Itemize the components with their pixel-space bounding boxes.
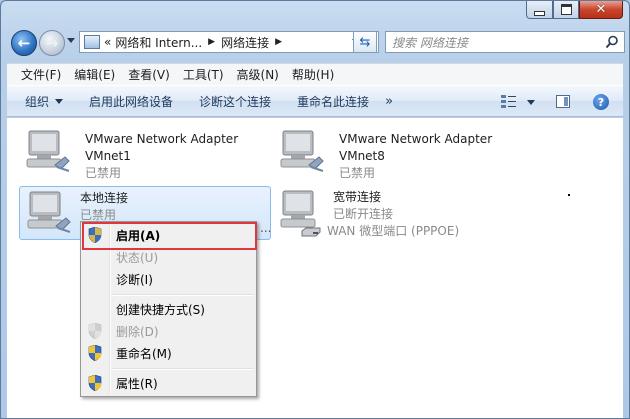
minimize-icon xyxy=(534,10,545,16)
connection-status: 已断开连接 xyxy=(333,207,394,221)
uac-shield-icon xyxy=(88,375,102,391)
menu-help[interactable]: 帮助(H) xyxy=(292,66,334,83)
breadcrumb: « 网络和 Intern... ▶ 网络连接 ▶ xyxy=(104,34,288,51)
menu-bar: 文件(F) 编辑(E) 查看(V) 工具(T) 高级(N) 帮助(H) xyxy=(7,63,623,85)
menu-view[interactable]: 查看(V) xyxy=(128,66,170,83)
address-bar[interactable]: « 网络和 Intern... ▶ 网络连接 ▶ xyxy=(79,31,379,53)
menu-item-properties[interactable]: 属性(R) xyxy=(83,372,254,394)
menu-advanced[interactable]: 高级(N) xyxy=(237,66,279,83)
menu-item-create-shortcut[interactable]: 创建快捷方式(S) xyxy=(83,298,254,320)
breadcrumb-network-connections[interactable]: 网络连接 xyxy=(221,34,269,51)
chevron-down-icon xyxy=(55,98,64,104)
breadcrumb-separator-icon[interactable]: ▶ xyxy=(275,37,282,47)
explorer-window: ✕ ← → « 网络和 Intern... ▶ 网络连接 ▶ ⇆ 搜索 网络连接 xyxy=(0,0,630,419)
menu-item-label: 重命名(M) xyxy=(116,346,172,361)
back-button[interactable]: ← xyxy=(11,30,37,56)
menu-item-delete: 删除(D) xyxy=(83,320,254,342)
connection-status: 已禁用 xyxy=(85,166,122,180)
close-button[interactable]: ✕ xyxy=(579,1,623,19)
connection-broadband[interactable]: 宽带连接 已断开连接 WAN 微型端口 (PPPOE) xyxy=(267,186,527,240)
refresh-button[interactable]: ⇆ xyxy=(353,31,377,53)
stray-pixel xyxy=(568,194,570,196)
connection-device: VMnet1 xyxy=(85,149,131,163)
connection-device: WAN 微型端口 (PPPOE) xyxy=(327,224,460,238)
control-panel-icon xyxy=(84,35,100,49)
uac-shield-icon xyxy=(88,323,102,339)
connection-device: VMnet8 xyxy=(339,149,385,163)
preview-pane-icon[interactable] xyxy=(556,95,570,108)
search-placeholder: 搜索 网络连接 xyxy=(392,35,468,50)
menu-item-rename[interactable]: 重命名(M) xyxy=(83,342,254,364)
organize-button[interactable]: 组织 xyxy=(25,93,64,110)
menu-separator xyxy=(111,294,254,296)
menu-item-label: 状态(U) xyxy=(116,250,159,265)
forward-button[interactable]: → xyxy=(39,30,65,56)
diagnose-connection-button[interactable]: 诊断这个连接 xyxy=(199,93,271,110)
maximize-icon xyxy=(560,4,572,15)
back-arrow-icon: ← xyxy=(17,34,31,52)
command-bar: 组织 启用此网络设备 诊断这个连接 重命名此连接 » ? xyxy=(7,85,623,117)
menu-item-label: 属性(R) xyxy=(116,376,158,391)
recent-pages-dropdown[interactable] xyxy=(67,38,75,43)
uac-shield-icon xyxy=(88,345,102,361)
modem-icon xyxy=(301,227,321,236)
connection-device-row: WAN 微型端口 (PPPOE) xyxy=(301,223,459,240)
close-icon: ✕ xyxy=(595,2,607,17)
organize-label: 组织 xyxy=(25,94,50,109)
connection-name: 本地连接 xyxy=(80,191,129,205)
view-options-icon[interactable] xyxy=(501,95,516,108)
menu-item-diagnose[interactable]: 诊断(I) xyxy=(83,268,254,290)
menu-item-label: 删除(D) xyxy=(116,324,159,339)
search-input[interactable]: 搜索 网络连接 xyxy=(385,31,625,53)
connection-status: 已禁用 xyxy=(339,166,376,180)
connection-name: 宽带连接 xyxy=(333,190,382,204)
rename-connection-button[interactable]: 重命名此连接 xyxy=(297,93,369,110)
breadcrumb-network-internet[interactable]: 网络和 Intern... xyxy=(115,34,202,51)
menu-item-label: 诊断(I) xyxy=(116,272,153,287)
view-dropdown-icon[interactable] xyxy=(527,100,535,105)
refresh-icon: ⇆ xyxy=(359,34,371,50)
maximize-button[interactable] xyxy=(553,1,579,19)
connection-vmnet1[interactable]: VMware Network Adapter VMnet1 已禁用 xyxy=(13,122,263,180)
menu-file[interactable]: 文件(F) xyxy=(21,66,61,83)
search-icon[interactable] xyxy=(605,35,619,49)
menu-separator xyxy=(111,368,254,370)
menu-item-label: 创建快捷方式(S) xyxy=(116,302,205,317)
enable-device-button[interactable]: 启用此网络设备 xyxy=(89,93,173,110)
connection-vmnet8[interactable]: VMware Network Adapter VMnet8 已禁用 xyxy=(267,122,517,180)
more-commands-button[interactable]: » xyxy=(385,94,393,109)
caption-buttons: ✕ xyxy=(526,1,623,19)
breadcrumb-overflow[interactable]: « xyxy=(104,35,111,49)
breadcrumb-separator-icon[interactable]: ▶ xyxy=(208,37,215,47)
minimize-button[interactable] xyxy=(526,1,553,19)
network-computer-icon xyxy=(26,130,70,172)
menu-tools[interactable]: 工具(T) xyxy=(183,66,224,83)
network-computer-icon xyxy=(27,191,71,233)
connection-name: VMware Network Adapter xyxy=(85,132,239,146)
help-icon[interactable]: ? xyxy=(593,94,609,110)
connection-name: VMware Network Adapter xyxy=(339,132,493,146)
forward-arrow-icon: → xyxy=(45,34,59,52)
menu-edit[interactable]: 编辑(E) xyxy=(74,66,115,83)
annotation-highlight-box xyxy=(82,222,257,250)
address-row: ← → « 网络和 Intern... ▶ 网络连接 ▶ ⇆ 搜索 网络连接 xyxy=(7,29,625,57)
network-computer-icon xyxy=(280,130,324,172)
